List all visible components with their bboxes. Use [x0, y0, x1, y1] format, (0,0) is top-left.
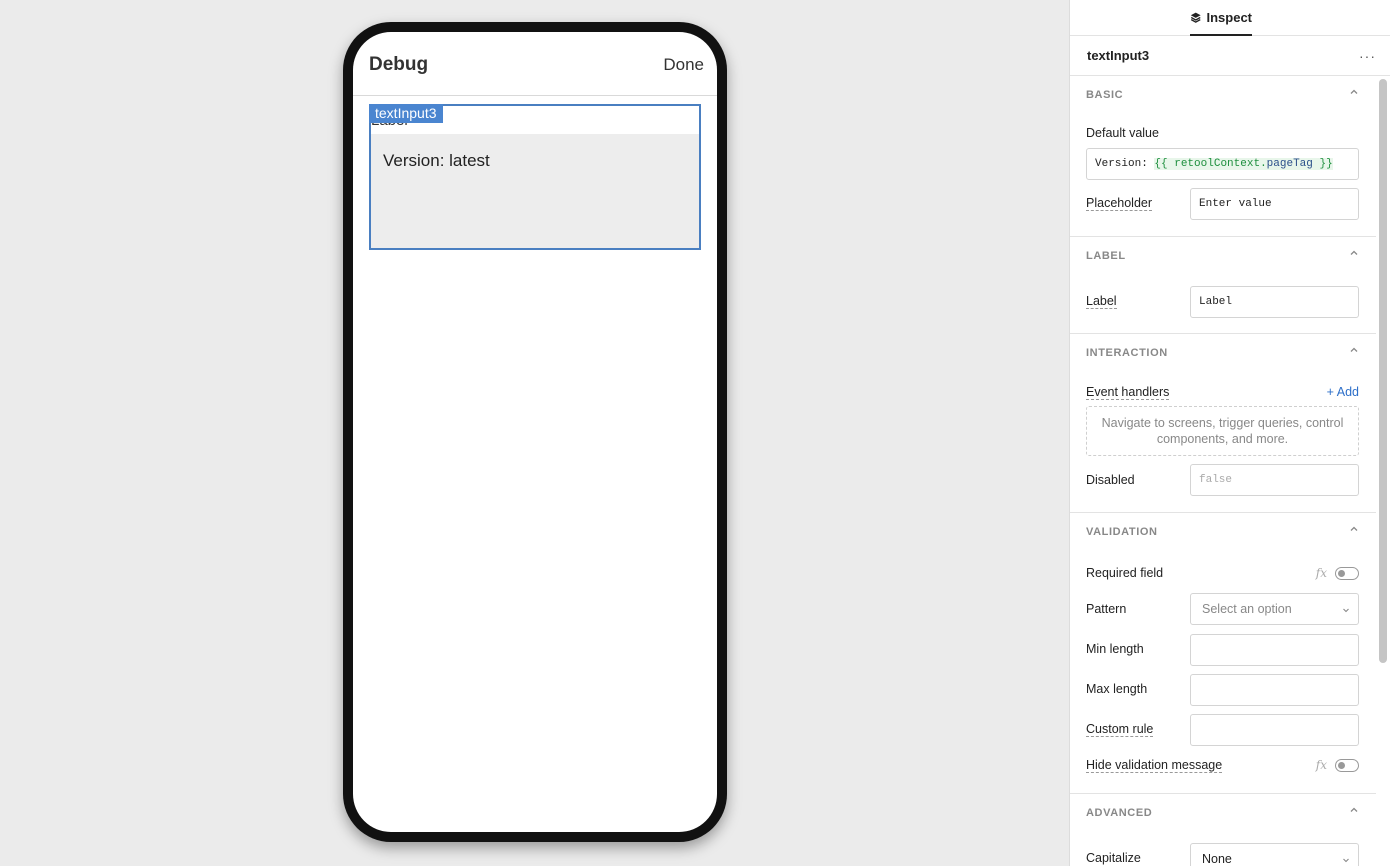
done-button[interactable]: Done [663, 55, 704, 75]
capitalize-select[interactable]: None [1190, 843, 1359, 866]
section-advanced: ADVANCED Capitalize None [1070, 794, 1376, 866]
chevron-down-icon [1343, 608, 1349, 613]
component-header: textInput3 ··· [1070, 36, 1390, 76]
pattern-label: Pattern [1086, 602, 1127, 616]
template-property: pageTag [1266, 158, 1313, 170]
pattern-placeholder: Select an option [1202, 602, 1292, 616]
event-handlers-empty: Navigate to screens, trigger queries, co… [1086, 406, 1359, 456]
default-value-prefix: Version: [1095, 158, 1155, 170]
section-title: ADVANCED [1086, 807, 1153, 819]
max-length-label: Max length [1086, 682, 1148, 696]
disabled-label: Disabled [1086, 473, 1135, 487]
pattern-select[interactable]: Select an option [1190, 593, 1359, 625]
tab-inspect-label: Inspect [1206, 9, 1252, 25]
required-toggle[interactable] [1335, 567, 1359, 580]
chevron-up-icon [1350, 89, 1358, 94]
required-field-label: Required field [1086, 566, 1164, 580]
label-input[interactable]: Label [1190, 286, 1359, 318]
label-field-label: Label [1086, 294, 1117, 309]
text-input-value: Version: latest [383, 151, 490, 170]
custom-rule-input[interactable] [1190, 714, 1359, 746]
event-handlers-label: Event handlers [1086, 385, 1170, 400]
capitalize-label: Capitalize [1086, 851, 1141, 865]
panel-scrollbar[interactable] [1379, 79, 1387, 663]
tab-inspect[interactable]: Inspect [1190, 0, 1252, 36]
chevron-up-icon [1350, 807, 1358, 812]
chevron-up-icon [1350, 347, 1358, 352]
chevron-up-icon [1350, 526, 1358, 531]
section-title: INTERACTION [1086, 347, 1168, 359]
placeholder-input[interactable]: Enter value [1190, 188, 1359, 220]
screen-title: Debug [369, 54, 429, 75]
chevron-up-icon [1350, 250, 1358, 255]
section-validation-header[interactable]: VALIDATION [1070, 513, 1376, 551]
template-dot: . [1260, 158, 1267, 170]
phone-screen: Debug Done Label Version: latest textInp… [353, 32, 717, 832]
default-value-label: Default value [1086, 126, 1159, 140]
template-object: retoolContext [1174, 158, 1261, 170]
fx-icon[interactable]: fx [1316, 758, 1327, 772]
section-advanced-header[interactable]: ADVANCED [1070, 794, 1376, 832]
section-validation: VALIDATION Required field fx Pattern Sel… [1070, 513, 1376, 794]
placeholder-label: Placeholder [1086, 196, 1153, 211]
inspector-scroll-area: BASIC Default value Version: {{ retoolCo… [1070, 76, 1376, 866]
capitalize-value: None [1202, 852, 1232, 866]
layers-icon [1190, 12, 1201, 23]
screen-header: Debug Done [353, 32, 717, 96]
template-open: {{ [1154, 158, 1175, 170]
phone-frame: Debug Done Label Version: latest textInp… [343, 22, 727, 842]
selected-text-input[interactable]: Label Version: latest textInput3 [369, 104, 701, 250]
panel-tabs: Inspect [1070, 0, 1390, 36]
section-label-header[interactable]: LABEL [1070, 237, 1376, 275]
template-close: }} [1312, 158, 1333, 170]
default-value-input[interactable]: Version: {{ retoolContext.pageTag }} [1086, 148, 1359, 180]
app-canvas: Debug Done Label Version: latest textInp… [0, 0, 1069, 866]
section-label: LABEL Label Label [1070, 237, 1376, 334]
min-length-input[interactable] [1190, 634, 1359, 666]
section-basic: BASIC Default value Version: {{ retoolCo… [1070, 76, 1376, 237]
component-name-tag[interactable]: textInput3 [369, 104, 443, 123]
chevron-down-icon [1343, 858, 1349, 863]
section-title: LABEL [1086, 250, 1126, 262]
fx-icon[interactable]: fx [1316, 566, 1327, 580]
min-length-label: Min length [1086, 642, 1144, 656]
more-options-icon[interactable]: ··· [1359, 48, 1376, 64]
max-length-input[interactable] [1190, 674, 1359, 706]
text-input-field[interactable]: Version: latest [371, 134, 699, 248]
section-interaction-header[interactable]: INTERACTION [1070, 334, 1376, 372]
section-basic-header[interactable]: BASIC [1070, 76, 1376, 114]
section-interaction: INTERACTION Event handlers + Add Navigat… [1070, 334, 1376, 513]
component-name[interactable]: textInput3 [1087, 48, 1149, 63]
hide-validation-message-label: Hide validation message [1086, 758, 1223, 773]
add-event-handler-button[interactable]: + Add [1327, 385, 1359, 399]
custom-rule-label: Custom rule [1086, 722, 1154, 737]
inspector-panel: Inspect textInput3 ··· BASIC Default val… [1069, 0, 1390, 866]
section-title: BASIC [1086, 89, 1124, 101]
hide-validation-toggle[interactable] [1335, 759, 1359, 772]
section-title: VALIDATION [1086, 526, 1158, 538]
disabled-input[interactable]: false [1190, 464, 1359, 496]
